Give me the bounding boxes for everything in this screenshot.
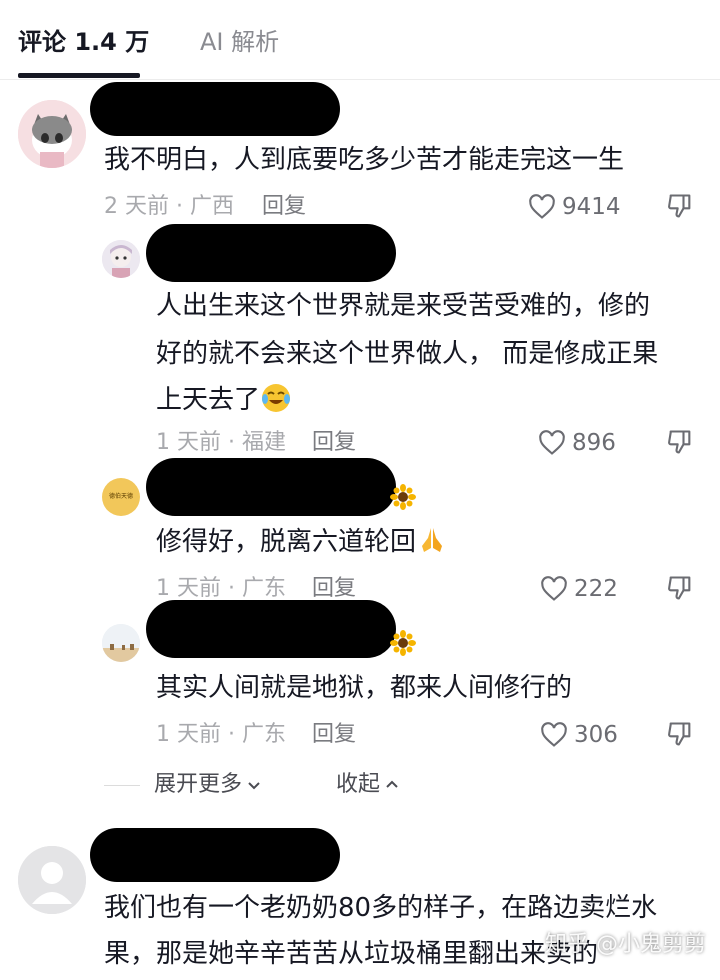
avatar[interactable]: 德伯天德: [102, 478, 140, 516]
like-button[interactable]: 222: [540, 574, 618, 604]
like-button[interactable]: 306: [540, 720, 618, 750]
reply-meta: 1 天前 · 福建: [156, 430, 286, 455]
sunflower-icon: [390, 630, 416, 656]
like-button[interactable]: 9414: [528, 192, 621, 222]
heart-icon: [541, 722, 567, 747]
like-count: 306: [574, 722, 618, 748]
redacted-username: [90, 828, 340, 882]
redacted-username: [90, 82, 340, 136]
dislike-icon[interactable]: [666, 720, 694, 748]
avatar[interactable]: [102, 624, 140, 662]
heart-icon: [539, 430, 565, 455]
sunflower-icon: [390, 484, 416, 510]
crying-laughing-emoji-icon: [262, 384, 291, 412]
reply-text-line: 人出生来这个世界就是来受苦受难的，修的: [156, 291, 651, 321]
avatar[interactable]: [18, 846, 86, 914]
collapse-label: 收起: [336, 772, 381, 797]
comment-meta: 2 天前 · 广西: [104, 194, 234, 219]
tab-ai-analysis[interactable]: AI 解析: [200, 26, 279, 58]
like-count: 222: [574, 576, 618, 602]
heart-icon: [529, 194, 555, 219]
reply-text-line: 上天去了: [156, 376, 292, 424]
reply-button[interactable]: 回复: [312, 428, 356, 458]
like-button[interactable]: 896: [538, 428, 616, 458]
reply-button[interactable]: 回复: [262, 192, 306, 222]
tab-comments[interactable]: 评论 1.4 万: [18, 26, 149, 58]
dislike-icon[interactable]: [666, 574, 694, 602]
dislike-icon[interactable]: [666, 428, 694, 456]
comment-text: 我不明白，人到底要吃多少苦才能走完这一生: [104, 145, 625, 175]
collapse-button[interactable]: 收起: [336, 770, 400, 800]
comment-text-line: 果，那是她辛辛苦苦从垃圾桶里翻出来卖的: [104, 939, 599, 969]
comment-text-line: 我们也有一个老奶奶80多的样子，在路边卖烂水: [104, 893, 658, 923]
redacted-username: [146, 224, 396, 282]
expand-more-button[interactable]: 展开更多: [154, 770, 262, 800]
reply-text: 修得好，脱离六道轮回: [156, 527, 417, 557]
reply-button[interactable]: 回复: [312, 720, 356, 750]
avatar[interactable]: [102, 240, 140, 278]
divider-line: [104, 785, 140, 786]
redacted-username: [146, 458, 396, 516]
reply-text-line: 好的就不会来这个世界做人， 而是修成正果: [156, 339, 659, 369]
redacted-username: [146, 600, 396, 658]
reply-meta: 1 天前 · 广东: [156, 722, 286, 747]
dislike-icon[interactable]: [666, 192, 694, 220]
like-count: 9414: [562, 194, 621, 220]
chevron-up-icon: [386, 780, 398, 788]
avatar[interactable]: [18, 100, 86, 168]
watermark: 知乎 @小鬼剪剪: [545, 932, 706, 957]
reply-text: 上天去了: [156, 385, 261, 415]
heart-icon: [541, 576, 567, 601]
like-count: 896: [572, 430, 616, 456]
expand-more-label: 展开更多: [154, 772, 243, 797]
chevron-down-icon: [248, 782, 260, 790]
reply-text-line: 修得好，脱离六道轮回: [156, 518, 448, 566]
reply-text: 其实人间就是地狱，都来人间修行的: [156, 673, 573, 703]
active-tab-indicator: [18, 73, 140, 78]
comment-tabs: 评论 1.4 万 AI 解析: [0, 0, 720, 80]
praying-hands-icon: [422, 528, 443, 552]
avatar-label: 德伯天德: [108, 493, 133, 500]
